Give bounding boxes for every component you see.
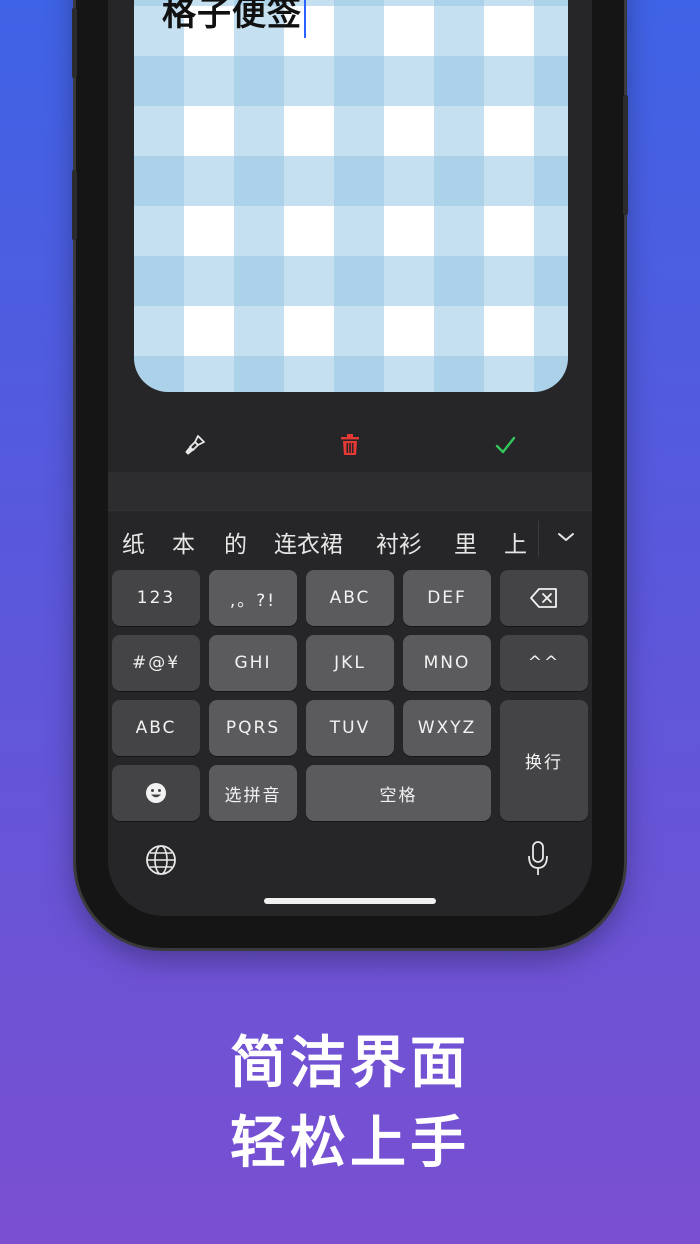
smiley-icon [146, 783, 166, 803]
key-wxyz[interactable]: WXYZ [403, 700, 491, 756]
emoji-key[interactable] [112, 765, 200, 821]
key-abc-mode[interactable]: ABC [112, 700, 200, 756]
space-key[interactable]: 空格 [306, 765, 491, 821]
home-indicator [264, 898, 436, 904]
key-123[interactable]: 123 [112, 570, 200, 626]
note-title-text: 格子便签 [162, 0, 302, 34]
key-select-pinyin[interactable]: 选拼音 [209, 765, 297, 821]
key-tuv[interactable]: TUV [306, 700, 394, 756]
paintbrush-button[interactable] [178, 428, 212, 462]
key-pqrs[interactable]: PQRS [209, 700, 297, 756]
key-emoticon[interactable]: ^^ [500, 635, 588, 691]
note-toolbar [108, 418, 592, 470]
chevron-down-icon[interactable] [554, 525, 578, 549]
candidate-bar: 纸 本 的 连衣裙 衬衫 里 上 [108, 510, 592, 569]
power-button [623, 95, 628, 215]
key-ghi[interactable]: GHI [209, 635, 297, 691]
globe-icon[interactable] [145, 844, 177, 876]
confirm-button[interactable] [488, 428, 522, 462]
key-abc[interactable]: ABC [306, 570, 394, 626]
volume-down-button [72, 170, 77, 240]
paintbrush-icon [185, 435, 205, 455]
headline-line-2: 轻松上手 [230, 1111, 470, 1176]
trash-icon [341, 434, 359, 455]
key-def[interactable]: DEF [403, 570, 491, 626]
candidate-item[interactable]: 连衣裙 [274, 525, 343, 559]
headline-line-1: 简洁界面 [230, 1031, 470, 1096]
text-caret [304, 0, 306, 38]
enter-key[interactable]: 换行 [500, 700, 588, 821]
candidate-item[interactable]: 本 [172, 525, 195, 559]
keyboard-toolbar-strip [108, 472, 592, 510]
candidate-item[interactable]: 衬衫 [376, 525, 422, 559]
delete-button[interactable] [333, 428, 367, 462]
key-jkl[interactable]: JKL [306, 635, 394, 691]
note-title-input[interactable]: 格子便签 [162, 0, 306, 38]
key-punctuation[interactable]: ,。?! [209, 570, 297, 626]
candidate-item[interactable]: 里 [454, 525, 477, 559]
key-mno[interactable]: MNO [403, 635, 491, 691]
backspace-icon [530, 588, 557, 608]
checkmark-icon [495, 436, 516, 454]
phone-screen: 格子便签 纸 本 的 连衣裙 衬衫 里 上 123 ,。?! ABC DEF #… [108, 0, 592, 916]
candidate-item[interactable]: 的 [224, 525, 247, 559]
key-symbols[interactable]: #@¥ [112, 635, 200, 691]
candidate-item[interactable]: 纸 [122, 525, 145, 559]
volume-up-button [72, 8, 77, 78]
candidate-item[interactable]: 上 [504, 525, 527, 559]
backspace-key[interactable] [500, 570, 588, 626]
microphone-icon[interactable] [526, 840, 550, 878]
note-card[interactable]: 格子便签 [134, 0, 568, 392]
candidate-divider [538, 521, 539, 557]
